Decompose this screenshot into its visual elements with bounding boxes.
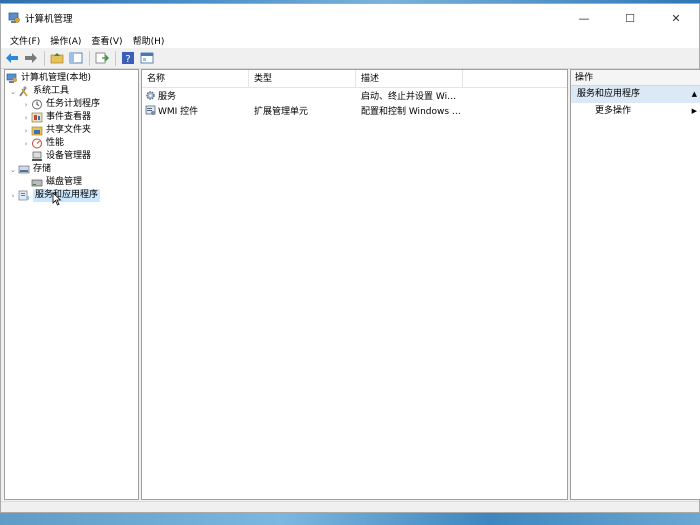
tree-item-label: 事件查看器 — [46, 112, 92, 122]
tree-item-label: 存储 — [33, 164, 52, 174]
details-list: 名称 类型 描述 服务 启动、终止并设置 Wind... WMI 控件 扩展管理… — [141, 69, 568, 500]
maximize-button[interactable]: ☐ — [607, 4, 653, 32]
expanded-chevron-icon[interactable]: ⌄ — [8, 166, 18, 174]
tree-item-label: 性能 — [46, 138, 65, 148]
system-tools-icon — [18, 86, 30, 97]
collapsed-chevron-icon[interactable]: › — [21, 140, 31, 148]
collapsed-chevron-icon[interactable]: › — [8, 192, 18, 200]
list-cell-name: 服务 — [158, 92, 177, 102]
tree-item-storage[interactable]: ⌄ 存储 — [5, 163, 138, 176]
computer-management-icon — [8, 12, 20, 24]
forward-arrow-icon[interactable] — [23, 50, 39, 66]
collapsed-chevron-icon[interactable]: › — [21, 101, 31, 109]
properties-icon[interactable] — [139, 50, 155, 66]
status-bar — [1, 501, 699, 512]
tree-item-shared-folders[interactable]: › 共享文件夹 — [5, 124, 138, 137]
performance-icon — [31, 138, 43, 149]
collapse-up-icon[interactable]: ▲ — [692, 86, 697, 103]
help-icon[interactable]: ? — [120, 50, 136, 66]
list-cell-name: WMI 控件 — [158, 107, 199, 117]
action-more-actions[interactable]: 更多操作 ▶ — [571, 103, 700, 119]
collapsed-chevron-icon[interactable]: › — [21, 127, 31, 135]
computer-management-icon — [6, 73, 18, 84]
close-button[interactable]: ✕ — [653, 4, 699, 32]
computer-management-window: 计算机管理 — ☐ ✕ 文件(F) 操作(A) 查看(V) 帮助(H) ? 计算… — [0, 3, 700, 513]
tree-item-label: 共享文件夹 — [46, 125, 92, 135]
window-title: 计算机管理 — [25, 14, 73, 25]
menu-view[interactable]: 查看(V) — [86, 34, 127, 47]
menu-action[interactable]: 操作(A) — [45, 34, 86, 47]
storage-icon — [18, 164, 30, 175]
svg-text:?: ? — [125, 54, 130, 64]
toolbar-separator — [115, 50, 116, 66]
device-manager-icon — [31, 151, 43, 162]
tree-item-label: 任务计划程序 — [46, 99, 101, 109]
tree-item-disk-management[interactable]: 磁盘管理 — [5, 176, 138, 189]
list-row-services[interactable]: 服务 启动、终止并设置 Wind... — [142, 88, 567, 103]
toolbar-separator — [44, 50, 45, 66]
menu-file[interactable]: 文件(F) — [5, 34, 45, 47]
tree-item-event-viewer[interactable]: › 事件查看器 — [5, 111, 138, 124]
actions-header: 操作 — [571, 70, 700, 86]
tree-item-device-manager[interactable]: 设备管理器 — [5, 150, 138, 163]
tree-item-label: 系统工具 — [33, 86, 70, 96]
minimize-button[interactable]: — — [561, 4, 607, 32]
export-list-icon[interactable] — [94, 50, 110, 66]
shared-folder-icon — [31, 125, 43, 136]
menu-bar: 文件(F) 操作(A) 查看(V) 帮助(H) — [1, 32, 699, 48]
action-label: 更多操作 — [595, 106, 632, 116]
list-cell-description: 启动、终止并设置 Wind... — [361, 92, 461, 102]
event-viewer-icon — [31, 112, 43, 123]
services-gear-icon — [145, 90, 156, 101]
actions-section-label: 服务和应用程序 — [577, 89, 641, 99]
tree-item-label: 服务和应用程序 — [33, 189, 101, 202]
actions-pane: 操作 服务和应用程序 ▲ 更多操作 ▶ — [570, 69, 700, 500]
toolbar-separator — [89, 50, 90, 66]
back-arrow-icon[interactable] — [4, 50, 20, 66]
list-cell-description: 配置和控制 Windows M... — [361, 107, 461, 117]
expanded-chevron-icon[interactable]: ⌄ — [8, 88, 18, 96]
actions-section-services-and-applications[interactable]: 服务和应用程序 ▲ — [571, 86, 700, 103]
list-header: 名称 类型 描述 — [142, 70, 567, 88]
menu-help[interactable]: 帮助(H) — [128, 34, 170, 47]
column-header-type[interactable]: 类型 — [249, 70, 356, 87]
navigation-tree: 计算机管理(本地) ⌄ 系统工具 › 任务计划程序 › 事件查看器 › 共享文件… — [4, 69, 139, 500]
tree-item-system-tools[interactable]: ⌄ 系统工具 — [5, 85, 138, 98]
tree-item-label: 计算机管理(本地) — [21, 73, 92, 83]
tree-item-performance[interactable]: › 性能 — [5, 137, 138, 150]
column-header-name[interactable]: 名称 — [142, 70, 249, 87]
collapsed-chevron-icon[interactable]: › — [21, 114, 31, 122]
tree-item-computer-management[interactable]: 计算机管理(本地) — [5, 72, 138, 85]
wmi-control-icon — [145, 105, 156, 116]
tree-item-label: 设备管理器 — [46, 151, 92, 161]
column-header-description[interactable]: 描述 — [356, 70, 463, 87]
tree-item-task-scheduler[interactable]: › 任务计划程序 — [5, 98, 138, 111]
clock-icon — [31, 99, 43, 110]
up-folder-icon[interactable] — [49, 50, 65, 66]
mouse-cursor-icon — [52, 192, 62, 206]
list-cell-type: 扩展管理单元 — [254, 107, 309, 117]
services-applications-icon — [18, 190, 30, 201]
list-row-wmi-control[interactable]: WMI 控件 扩展管理单元 配置和控制 Windows M... — [142, 103, 567, 118]
tree-item-label: 磁盘管理 — [46, 177, 83, 187]
submenu-arrow-icon: ▶ — [691, 107, 697, 115]
disk-icon — [31, 177, 43, 188]
title-bar: 计算机管理 — ☐ ✕ — [1, 4, 699, 32]
toolbar: ? — [1, 48, 699, 69]
show-hide-tree-icon[interactable] — [68, 50, 84, 66]
tree-item-services-and-applications[interactable]: › 服务和应用程序 — [5, 189, 138, 202]
